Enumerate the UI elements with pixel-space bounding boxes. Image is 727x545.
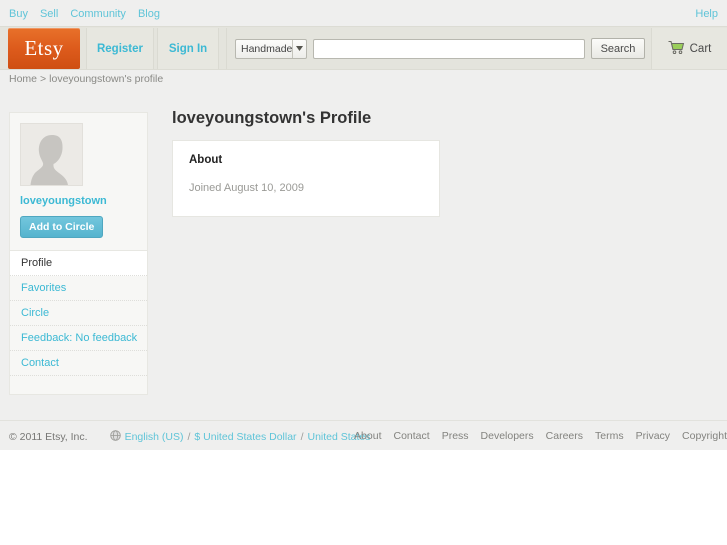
profile-username-link[interactable]: loveyoungstown [20,195,137,207]
footer-link-careers[interactable]: Careers [546,430,583,442]
search-input[interactable] [313,38,585,59]
site-footer: © 2011 Etsy, Inc. English (US) / $ Unite… [0,420,727,450]
add-to-circle-button[interactable]: Add to Circle [20,216,104,238]
cart-button[interactable]: Cart [651,28,727,69]
locale-separator-1: / [187,431,191,443]
footer-link-about[interactable]: About [354,430,381,442]
register-button[interactable]: Register [86,28,154,69]
footer-link-terms[interactable]: Terms [595,430,624,442]
globe-icon [109,430,121,444]
sidebar-item-circle[interactable]: Circle [10,301,147,326]
breadcrumb-home-link[interactable]: Home [9,73,37,85]
top-nav-link-blog[interactable]: Blog [138,8,160,20]
page-root: Buy Sell Community Blog Help Etsy Regist… [0,0,727,450]
search-category-select[interactable]: Handmade [235,38,307,59]
chevron-down-icon [292,39,306,58]
footer-left: © 2011 Etsy, Inc. English (US) / $ Unite… [9,430,371,444]
help-link[interactable]: Help [695,8,718,20]
sidebar-item-feedback[interactable]: Feedback: No feedback [10,326,147,351]
breadcrumb-separator: > [40,73,47,85]
footer-link-contact[interactable]: Contact [394,430,430,442]
top-nav-link-buy[interactable]: Buy [9,8,28,20]
footer-link-privacy[interactable]: Privacy [636,430,670,442]
profile-card: loveyoungstown Add to Circle [9,112,148,250]
footer-link-press[interactable]: Press [442,430,469,442]
sidebar-item-profile[interactable]: Profile [10,251,147,276]
sidebar-nav: Profile Favorites Circle Feedback: No fe… [9,250,148,395]
sidebar-item-favorites[interactable]: Favorites [10,276,147,301]
etsy-logo[interactable]: Etsy [8,28,80,69]
signin-button[interactable]: Sign In [157,28,219,69]
top-nav-links: Buy Sell Community Blog [9,8,160,20]
top-nav-link-sell[interactable]: Sell [40,8,58,20]
top-nav-link-community[interactable]: Community [70,8,126,20]
top-nav-right: Help [695,8,718,20]
sidebar: loveyoungstown Add to Circle Profile Fav… [9,112,148,395]
register-label: Register [96,42,144,55]
locale-language-link[interactable]: English (US) [125,431,184,443]
breadcrumb: Home > loveyoungstown's profile [9,73,163,85]
top-utility-nav: Buy Sell Community Blog Help [0,0,727,26]
site-header: Etsy Register Sign In Handmade Search Ca… [0,26,727,70]
footer-links: About Contact Press Developers Careers T… [354,430,727,442]
etsy-logo-text: Etsy [24,36,64,60]
page-title: loveyoungstown's Profile [172,109,372,127]
sidebar-item-contact[interactable]: Contact [10,351,147,376]
avatar [20,123,83,186]
footer-link-developers[interactable]: Developers [481,430,534,442]
about-joined-date: Joined August 10, 2009 [189,182,304,194]
footer-link-copyright[interactable]: Copyright [682,430,727,442]
about-card: About Joined August 10, 2009 [172,140,440,217]
breadcrumb-current: loveyoungstown's profile [49,73,164,85]
cart-icon [668,40,685,57]
search-button[interactable]: Search [591,38,645,59]
cart-label: Cart [689,42,712,55]
signin-label: Sign In [168,42,208,55]
copyright-text: © 2011 Etsy, Inc. [9,431,88,443]
about-title: About [189,154,223,166]
locale-currency-link[interactable]: $ United States Dollar [194,431,296,443]
search-area: Handmade Search [226,28,645,69]
search-category-label: Handmade [241,42,293,55]
locale-separator-2: / [300,431,304,443]
user-silhouette-icon [30,135,68,185]
